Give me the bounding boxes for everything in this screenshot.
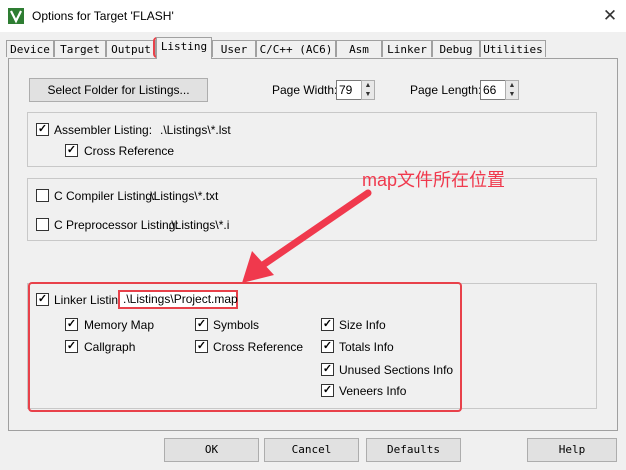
cancel-button[interactable]: Cancel	[264, 438, 359, 462]
tab-device[interactable]: Device	[6, 40, 54, 57]
ok-button[interactable]: OK	[164, 438, 259, 462]
tab-listing[interactable]: Listing	[156, 37, 212, 59]
tab-output[interactable]: Output	[106, 40, 156, 57]
c-compiler-checkbox[interactable]	[36, 189, 49, 202]
tab-debug[interactable]: Debug	[432, 40, 480, 57]
page-length-input[interactable]: 66	[480, 80, 506, 100]
page-length-spinner[interactable]: ▲ ▼	[505, 80, 519, 100]
page-length-label: Page Length:	[410, 83, 482, 97]
totals-info-checkbox[interactable]: ✓	[321, 340, 334, 353]
keil-uvision-icon	[8, 8, 24, 24]
help-button[interactable]: Help	[527, 438, 617, 462]
unused-sections-label: Unused Sections Info	[339, 363, 454, 377]
c-preprocessor-label: C Preprocessor Listing:	[54, 218, 179, 232]
spin-down-icon[interactable]: ▼	[362, 90, 374, 99]
veneers-info-checkbox[interactable]: ✓	[321, 384, 334, 397]
memory-map-checkbox[interactable]: ✓	[65, 318, 78, 331]
callgraph-label: Callgraph	[84, 340, 136, 354]
assembler-listing-checkbox[interactable]: ✓	[36, 123, 49, 136]
linker-listing-path: .\Listings\Project.map	[118, 290, 238, 309]
page-width-input[interactable]: 79	[336, 80, 362, 100]
tab-linker[interactable]: Linker	[382, 40, 432, 57]
c-preprocessor-path: .\Listings\*.i	[168, 218, 230, 232]
c-preprocessor-checkbox[interactable]	[36, 218, 49, 231]
window-title: Options for Target 'FLASH'	[32, 9, 174, 23]
tab-user[interactable]: User	[212, 40, 256, 57]
assembler-listing-label: Assembler Listing:	[54, 123, 153, 137]
close-icon[interactable]: ✕	[600, 6, 620, 26]
annotation-label: map文件所在位置	[362, 170, 506, 190]
page-width-label: Page Width:	[272, 83, 338, 97]
veneers-info-label: Veneers Info	[339, 384, 407, 398]
linker-cross-ref-label: Cross Reference	[213, 340, 304, 354]
assembler-listing-path: .\Listings\*.lst	[160, 123, 231, 137]
memory-map-label: Memory Map	[84, 318, 155, 332]
size-info-checkbox[interactable]: ✓	[321, 318, 334, 331]
spin-down-icon[interactable]: ▼	[506, 90, 518, 99]
tab-asm[interactable]: Asm	[336, 40, 382, 57]
callgraph-checkbox[interactable]: ✓	[65, 340, 78, 353]
linker-listing-label: Linker Listing:	[54, 293, 129, 307]
linker-listing-checkbox[interactable]: ✓	[36, 293, 49, 306]
size-info-label: Size Info	[339, 318, 386, 332]
unused-sections-checkbox[interactable]: ✓	[321, 363, 334, 376]
symbols-checkbox[interactable]: ✓	[195, 318, 208, 331]
annotation-arrow-icon	[242, 189, 372, 283]
defaults-button[interactable]: Defaults	[366, 438, 461, 462]
c-compiler-label: C Compiler Listing:	[54, 189, 156, 203]
tab-utilities[interactable]: Utilities	[480, 40, 546, 57]
select-folder-button[interactable]: Select Folder for Listings...	[29, 78, 208, 102]
assembler-group	[27, 112, 597, 167]
assembler-cross-ref-label: Cross Reference	[84, 144, 175, 158]
page-width-spinner[interactable]: ▲ ▼	[361, 80, 375, 100]
spin-up-icon[interactable]: ▲	[506, 81, 518, 90]
symbols-label: Symbols	[213, 318, 260, 332]
c-compiler-path: .\Listings\*.txt	[147, 189, 219, 203]
linker-cross-ref-checkbox[interactable]: ✓	[195, 340, 208, 353]
tab-target[interactable]: Target	[54, 40, 106, 57]
tab-c-cpp[interactable]: C/C++ (AC6)	[256, 40, 336, 57]
assembler-cross-ref-checkbox[interactable]: ✓	[65, 144, 78, 157]
spin-up-icon[interactable]: ▲	[362, 81, 374, 90]
totals-info-label: Totals Info	[339, 340, 394, 354]
